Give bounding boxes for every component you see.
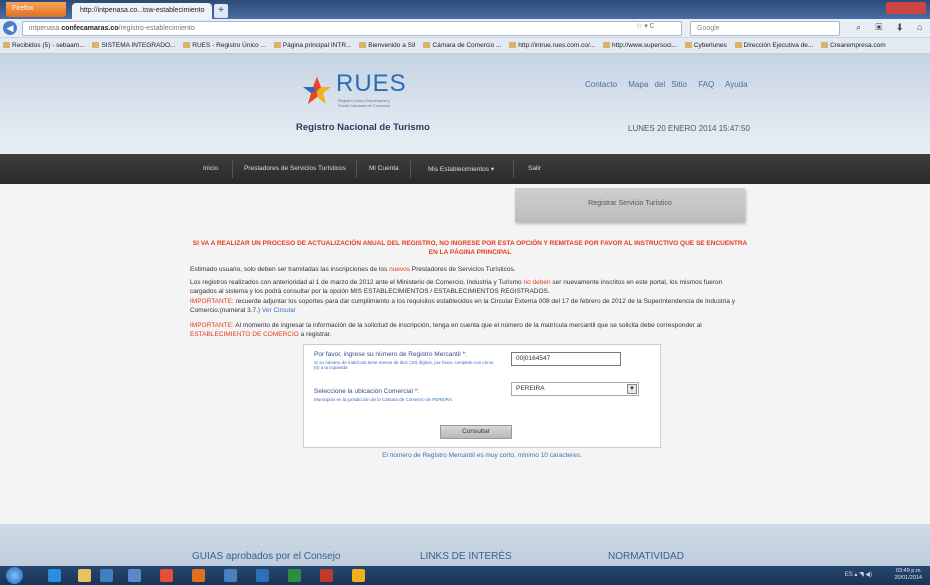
menu-mis-establecimientos[interactable]: Mis Establecimientos ▾ [428, 165, 494, 173]
window-icon[interactable] [128, 569, 141, 582]
bookmark-item[interactable]: SISTEMA INTEGRADO... [89, 38, 178, 49]
intro-paragraph: Estimado usuario, solo deben ser tramita… [190, 266, 516, 273]
chrome-icon[interactable] [160, 569, 173, 582]
url-tools[interactable]: ☆ ▾ C [636, 22, 655, 30]
help-link[interactable]: Ayuda [725, 80, 748, 89]
bookmark-item[interactable]: Bienvenido a SII [356, 38, 418, 49]
pdf-icon[interactable] [320, 569, 333, 582]
validation-message: El número de Registro Mercantil es muy c… [382, 452, 582, 459]
bookmark-item[interactable]: Página principal INTR... [271, 38, 355, 49]
registro-mercantil-input[interactable]: 00|0164547 [511, 352, 621, 366]
menu-divider [410, 160, 411, 178]
chevron-down-icon[interactable]: ▼ [627, 384, 637, 394]
site-footer: GUIAS aprobados por el Consejo LINKS DE … [0, 524, 930, 566]
contacto-link[interactable]: Contacto [585, 80, 617, 89]
firefox-menu-button[interactable]: Firefox [6, 2, 66, 17]
menu-divider [356, 160, 357, 178]
footer-guias-link[interactable]: GUIAS aprobados por el Consejo [192, 551, 340, 562]
registration-form: Por favor, ingrese su número de Registro… [303, 344, 661, 448]
main-menu: Inicio Prestadores de Servicios Turístic… [0, 154, 930, 184]
registro-mercantil-label: Por favor, ingrese su número de Registro… [314, 351, 467, 358]
new-tab-button[interactable]: + [214, 4, 228, 18]
menu-salir[interactable]: Salir [528, 165, 541, 172]
ver-circular-link[interactable]: Ver Circular [262, 307, 296, 314]
toolbar-icons[interactable]: ⌕ ▣ ⬇ ⌂ [856, 22, 928, 33]
start-button-icon[interactable] [6, 567, 23, 584]
url-bar[interactable]: intpenasa.confecamaras.co/registro-estab… [22, 21, 682, 36]
browser-tab-bar: Firefox http://intpenasa.co...tsw-establ… [0, 0, 930, 19]
window-close-button[interactable] [886, 2, 926, 14]
page-title: Registro Nacional de Turismo [296, 122, 430, 133]
browser-tab[interactable]: http://intpenasa.co...tsw-establecimient… [72, 3, 212, 19]
app-icon[interactable] [224, 569, 237, 582]
menu-prestadores[interactable]: Prestadores de Servicios Turísticos [244, 165, 346, 172]
menu-mi-cuenta[interactable]: Mi Cuenta [369, 165, 399, 172]
rues-app-icon[interactable] [352, 569, 365, 582]
main-content: Registrar Servicio Turístico SI VA A REA… [0, 184, 930, 524]
menu-divider [232, 160, 233, 178]
ubicacion-label: Seleccione la ubicación Comercial *: [314, 388, 420, 395]
tray-icons[interactable]: ES ▴ ◥ ◀) [845, 571, 872, 578]
bookmark-item[interactable]: RUES - Registro Único ... [180, 38, 269, 49]
logo-subtitle: Registro Único Empresarial y Social Cáma… [338, 98, 391, 108]
bookmark-item[interactable]: http://www.supersoci... [600, 38, 680, 49]
bookmarks-bar: Recibidos (5) - sebaam... SISTEMA INTEGR… [0, 38, 930, 54]
rues-logo-icon[interactable] [302, 76, 332, 106]
windows-taskbar: ES ▴ ◥ ◀) 03:49 p.m. 20/01/2014 [0, 566, 930, 585]
ubicacion-select[interactable]: PEREIRA ▼ [511, 382, 639, 396]
folder-icon[interactable] [78, 569, 91, 582]
previous-registrations-paragraph: Los registros realizados con anteriorida… [190, 279, 723, 295]
excel-icon[interactable] [288, 569, 301, 582]
site-map-link[interactable]: Mapa del Sitio [628, 80, 687, 89]
faq-link[interactable]: FAQ [698, 80, 714, 89]
outlook-icon[interactable] [256, 569, 269, 582]
internet-explorer-icon[interactable] [48, 569, 61, 582]
ubicacion-select-value: PEREIRA [516, 385, 545, 392]
url-suffix: /registro-establecimiento [118, 25, 195, 32]
important-note-1: IMPORTANTE: recuerde adjuntar los soport… [190, 298, 735, 314]
register-service-tab[interactable]: Registrar Servicio Turístico [515, 188, 745, 222]
media-icon[interactable] [100, 569, 113, 582]
footer-links-interes[interactable]: LINKS DE INTERÉS [420, 551, 512, 562]
bookmark-item[interactable]: Crearempresa.com [818, 38, 889, 49]
footer-normatividad[interactable]: NORMATIVIDAD [608, 551, 684, 562]
update-alert: SI VA A REALIZAR UN PROCESO DE ACTUALIZA… [192, 240, 748, 256]
top-links: Contacto Mapa del Sitio FAQ Ayuda [585, 80, 753, 89]
ubicacion-help: Municipios en la jurisdicción de la Cáma… [314, 397, 454, 402]
logo-text[interactable]: RUES [336, 70, 407, 98]
clock-time: 03:49 p.m. [896, 568, 922, 574]
bookmark-item[interactable]: http://intrue.rues.com.co/... [506, 38, 598, 49]
bookmark-item[interactable]: Cámara de Comercio ... [420, 38, 504, 49]
menu-inicio[interactable]: Inicio [203, 165, 218, 172]
clock[interactable]: 03:49 p.m. 20/01/2014 [894, 568, 922, 582]
navigation-bar: ◀ intpenasa.confecamaras.co/registro-est… [0, 19, 930, 38]
bookmark-item[interactable]: Recibidos (5) - sebaam... [0, 38, 88, 49]
firefox-icon[interactable] [192, 569, 205, 582]
registro-mercantil-help: Si su número de matrícula tiene menos de… [314, 360, 494, 370]
current-date: LUNES 20 ENERO 2014 15:47:50 [628, 124, 750, 133]
search-input[interactable]: Google [690, 21, 840, 36]
url-prefix: intpenasa. [29, 25, 62, 32]
back-arrow-icon[interactable]: ◀ [3, 21, 17, 35]
bookmark-item[interactable]: Cyberlunes [682, 38, 730, 49]
bookmark-item[interactable]: Dirección Ejecutiva de... [732, 38, 817, 49]
consultar-button[interactable]: Consultar [440, 425, 512, 439]
site-header: RUES Registro Único Empresarial y Social… [0, 54, 930, 154]
menu-divider [513, 160, 514, 178]
important-note-2: IMPORTANTE: Al momento de ingresar la in… [190, 322, 702, 338]
url-domain: confecamaras.co [61, 25, 119, 32]
clock-date: 20/01/2014 [894, 575, 922, 581]
